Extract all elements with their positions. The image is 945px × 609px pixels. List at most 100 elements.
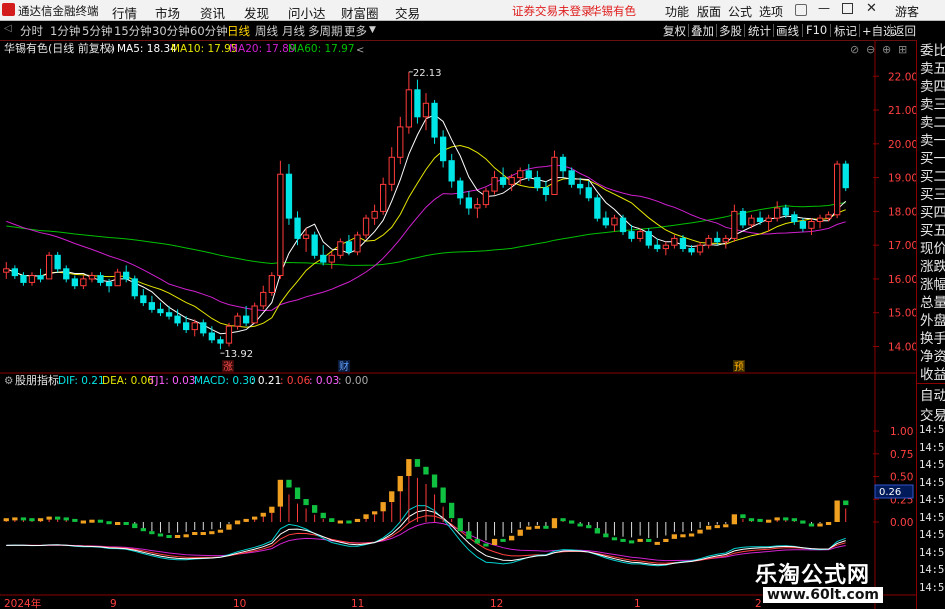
close-icon[interactable]: ✕: [866, 1, 877, 16]
toolbar-divider: [744, 24, 745, 37]
side-auto-label[interactable]: 自动: [920, 385, 945, 407]
period-60min[interactable]: 60分钟: [190, 23, 228, 39]
menu-item-jiaoyi[interactable]: 交易: [395, 3, 420, 22]
period-1min[interactable]: 1分钟: [50, 23, 80, 39]
candle: [628, 231, 635, 239]
candle: [97, 275, 104, 283]
time-label-2024: 2024年: [4, 597, 41, 609]
event-marker-yu[interactable]: 预: [734, 361, 744, 373]
y-tick-label: 16.00: [888, 274, 916, 286]
y-tick-label: 15.00: [888, 308, 916, 320]
candle: [568, 170, 575, 185]
more-chevron-icon[interactable]: ▼: [369, 25, 376, 35]
candle: [431, 102, 438, 138]
period-multi[interactable]: 多周期: [308, 23, 343, 39]
btn-fuquan[interactable]: 复权: [663, 23, 686, 39]
legend-tj1: TJ1: 0.03: [148, 375, 195, 387]
indicator-block: [115, 522, 121, 525]
candle: [140, 295, 147, 304]
event-marker-cai[interactable]: 财: [339, 360, 349, 373]
candle: [731, 210, 738, 239]
restore-icon[interactable]: [842, 3, 853, 14]
time-label-11: 11: [351, 598, 364, 609]
indicator-block: [706, 525, 712, 530]
indicator-block: [808, 523, 815, 527]
low-price-label: 13.92: [224, 349, 253, 360]
period-weekly[interactable]: 周线: [255, 23, 278, 39]
fullscreen-icon[interactable]: ⊞: [898, 43, 907, 56]
kline-chart[interactable]: 22.00 21.00 20.00 19.00 18.00 17.00 16.00 15.00…: [0, 40, 916, 609]
legend-collapse-icon[interactable]: <: [356, 45, 364, 56]
candle: [294, 217, 301, 239]
btn-back[interactable]: 返回: [893, 23, 916, 39]
candle: [260, 291, 267, 307]
menu-item-gongneng[interactable]: 功能: [665, 3, 689, 20]
indicator-block: [586, 525, 592, 529]
event-marker-zhang[interactable]: 涨: [223, 361, 233, 373]
minus-icon[interactable]: ⊖: [866, 43, 875, 56]
zoom-out-icon[interactable]: ⊘: [850, 43, 859, 56]
settings-gear-icon[interactable]: ⚙: [106, 45, 114, 55]
menu-item-caifuquan[interactable]: 财富圈: [341, 3, 379, 22]
period-fenshi[interactable]: 分时: [20, 23, 43, 39]
period-monthly[interactable]: 月线: [282, 23, 305, 39]
guest-label[interactable]: 游客: [895, 3, 919, 20]
candle: [491, 177, 498, 192]
candle: [645, 231, 652, 246]
indicator-block: [397, 476, 403, 492]
collapse-icon[interactable]: ◁: [4, 23, 12, 34]
indicator-block: [200, 532, 206, 535]
y-tick-label: 18.00: [888, 206, 916, 218]
ind-y-tick-label: 1.00: [890, 426, 913, 438]
btn-duogu[interactable]: 多股: [719, 23, 742, 39]
indicator-block: [688, 533, 695, 537]
btn-tongji[interactable]: 统计: [748, 23, 771, 39]
candle: [337, 241, 344, 256]
plus-icon[interactable]: ⊕: [882, 43, 891, 56]
minimize-icon[interactable]: —: [818, 1, 830, 15]
period-more[interactable]: 更多: [344, 23, 367, 39]
candle: [354, 234, 361, 253]
app-logo-icon: [2, 3, 15, 16]
candle: [11, 268, 18, 277]
time-label-1: 1: [634, 598, 641, 609]
candle: [816, 217, 824, 223]
candle: [46, 254, 53, 280]
period-5min[interactable]: 5分钟: [82, 23, 112, 39]
menu-item-faxian[interactable]: 发现: [244, 3, 269, 22]
side-label: 买三: [920, 187, 945, 203]
indicator-settings-icon[interactable]: ⚙: [4, 375, 13, 387]
candle: [225, 325, 233, 344]
legend-v2: : 0.06: [280, 375, 311, 387]
login-notice-link[interactable]: 证券交易未登录: [512, 3, 593, 19]
menu-item-wenxiaoda[interactable]: 问小达: [288, 3, 326, 22]
indicator-block: [277, 479, 283, 507]
menu-item-xuanxiang[interactable]: 选项: [759, 3, 783, 20]
indicator-block: [603, 533, 609, 538]
indicator-block: [774, 517, 780, 521]
indicator-block: [243, 518, 249, 522]
menu-item-banmian[interactable]: 版面: [697, 3, 721, 20]
menu-item-zixun[interactable]: 资讯: [200, 3, 225, 22]
menu-item-hangqing[interactable]: 行情: [112, 3, 137, 22]
menu-item-gongshi[interactable]: 公式: [728, 3, 752, 20]
indicator-block: [406, 459, 412, 476]
menu-item-shichang[interactable]: 市场: [155, 3, 180, 22]
btn-f10[interactable]: F10: [806, 23, 827, 37]
candle: [302, 234, 310, 239]
indicator-block: [611, 537, 618, 541]
btn-biaoji[interactable]: 标记: [834, 23, 857, 39]
indicator-name[interactable]: 股朋指标: [15, 373, 59, 387]
candle: [277, 173, 284, 276]
period-30min[interactable]: 30分钟: [152, 23, 190, 39]
indicator-block: [491, 538, 498, 545]
candle: [37, 275, 44, 280]
btn-huaxian[interactable]: 画线: [776, 23, 799, 39]
period-15min[interactable]: 15分钟: [114, 23, 152, 39]
candle: [320, 254, 327, 263]
skin-icon[interactable]: [795, 4, 807, 16]
candle: [517, 170, 524, 179]
period-daily[interactable]: 日线: [227, 23, 250, 39]
btn-diejia[interactable]: 叠加: [691, 23, 714, 39]
stock-name-label: 华锡有色: [590, 4, 636, 18]
